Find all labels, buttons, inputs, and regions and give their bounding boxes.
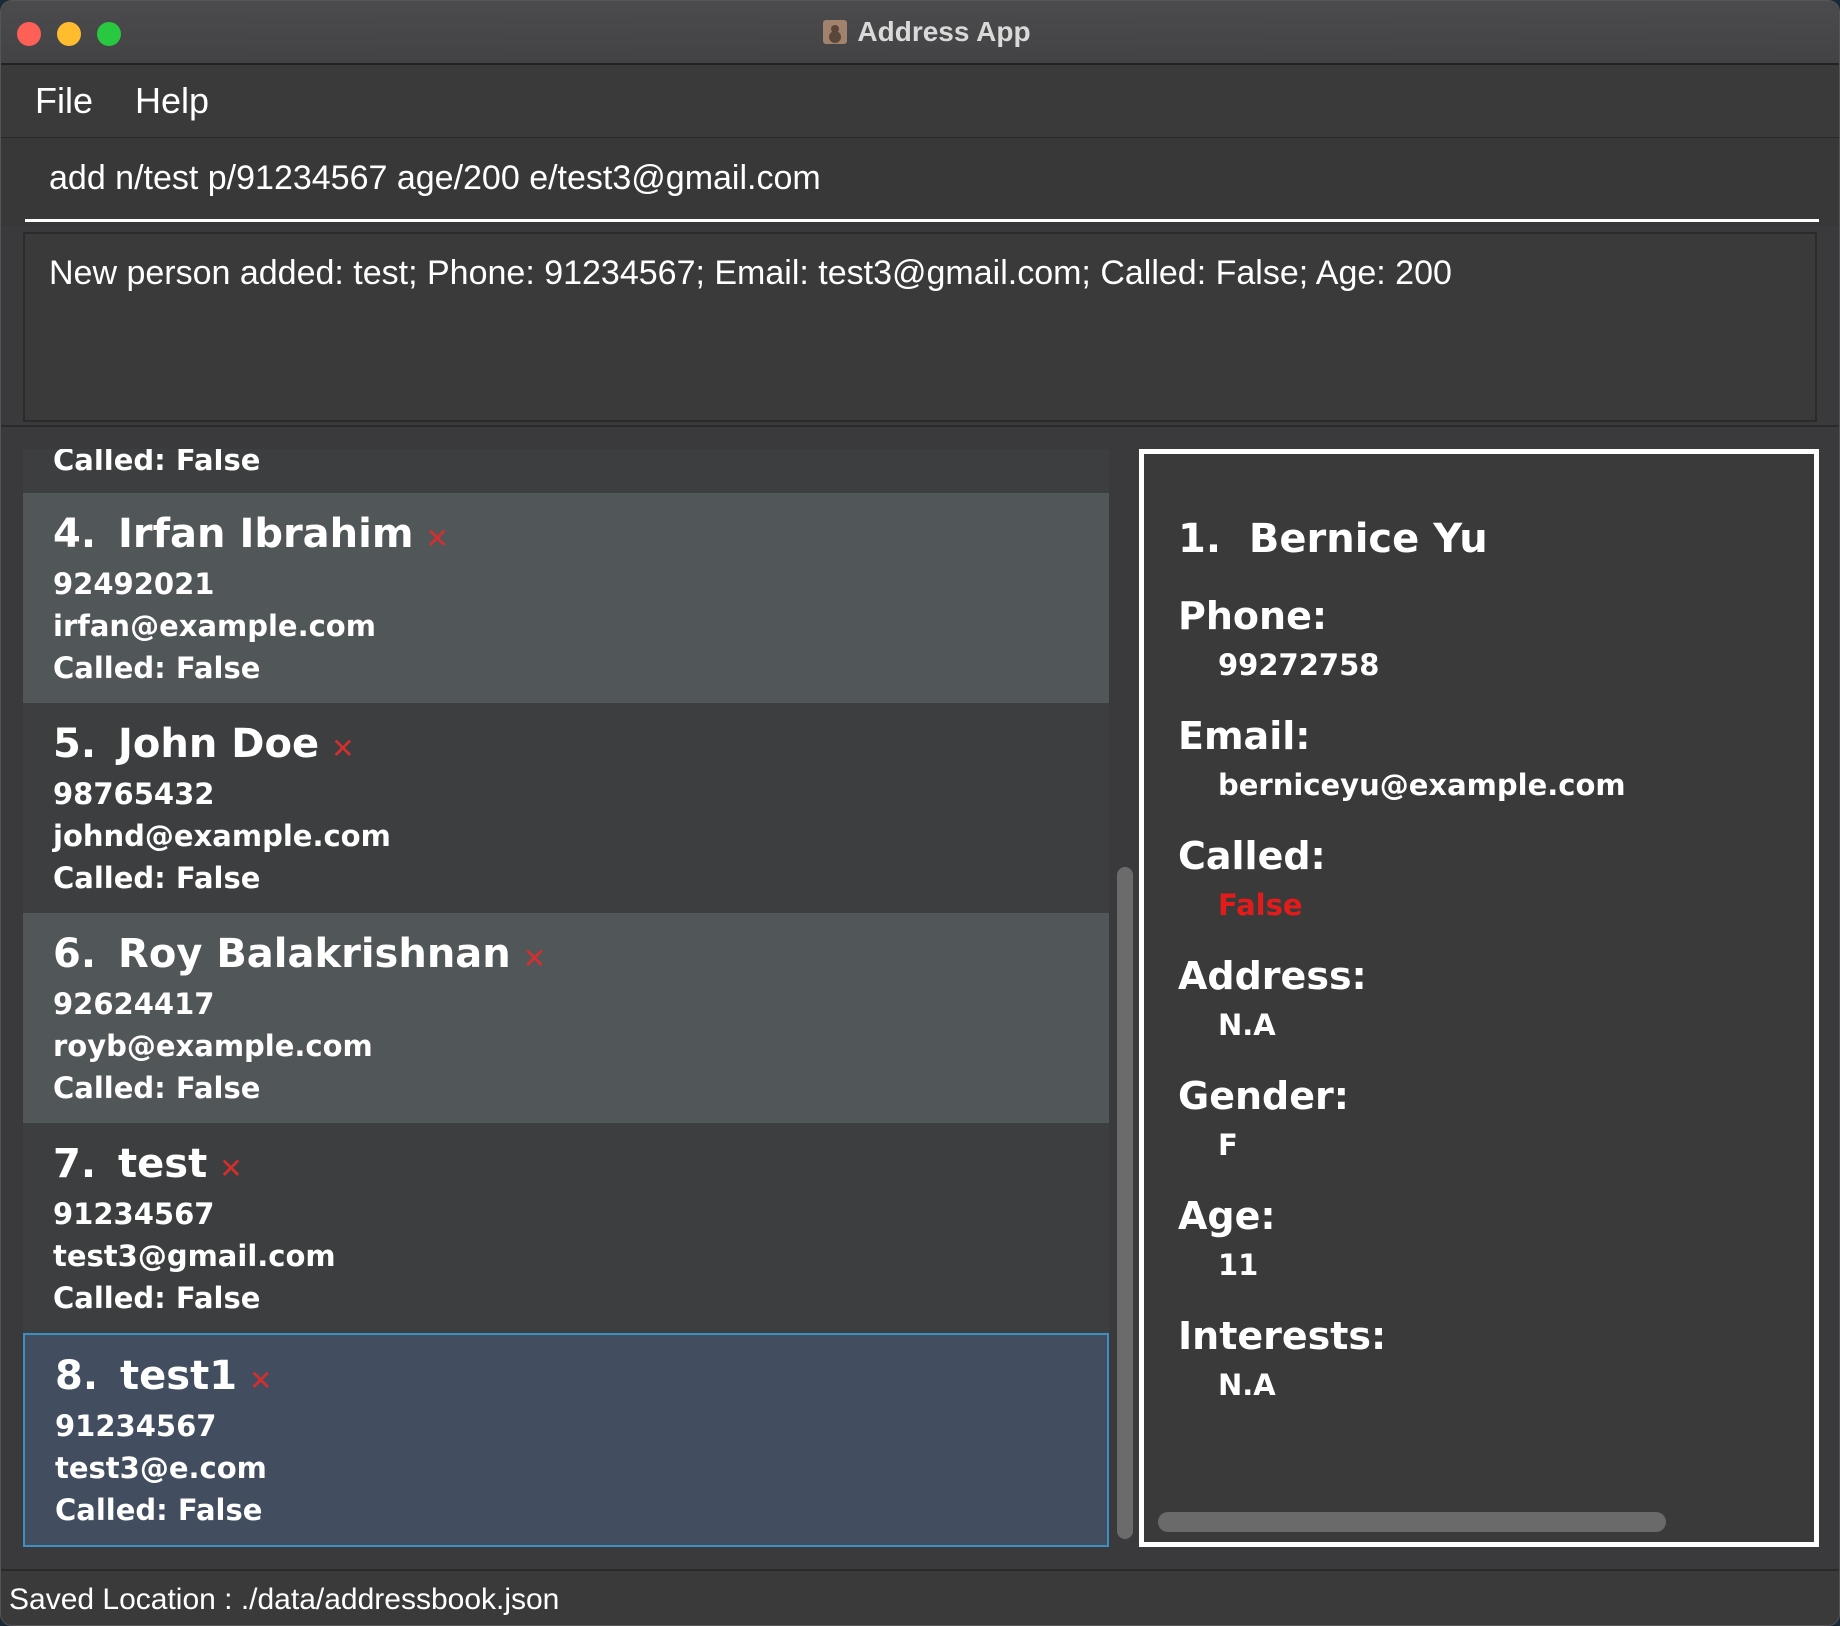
detail-gender-label: Gender: xyxy=(1178,1074,1349,1118)
person-phone: 92492021 xyxy=(53,567,215,601)
person-index: 6. xyxy=(53,931,97,977)
detail-name: Bernice Yu xyxy=(1248,516,1488,562)
person-phone: 92624417 xyxy=(53,987,215,1021)
person-email: royb@example.com xyxy=(53,1029,373,1063)
detail-address: N.A xyxy=(1218,1008,1276,1042)
person-title: 6. Roy Balakrishnan ✕ xyxy=(53,931,546,977)
person-index: 7. xyxy=(53,1141,97,1187)
detail-age-label: Age: xyxy=(1178,1194,1276,1238)
divider xyxy=(1,425,1839,427)
app-window: Address App File Help New person added: … xyxy=(0,0,1840,1626)
person-phone: 91234567 xyxy=(55,1409,217,1443)
detail-phone-label: Phone: xyxy=(1178,594,1328,638)
detail-interests-label: Interests: xyxy=(1178,1314,1387,1358)
person-list[interactable]: Called: False 4. Irfan Ibrahim ✕ 9249202… xyxy=(23,449,1109,1547)
person-title: 8. test1 ✕ xyxy=(55,1353,273,1399)
list-scrollbar-thumb[interactable] xyxy=(1117,867,1133,1539)
person-card[interactable]: 4. Irfan Ibrahim ✕ 92492021 irfan@exampl… xyxy=(23,493,1109,703)
detail-interests: N.A xyxy=(1218,1368,1276,1402)
detail-address-label: Address: xyxy=(1178,954,1367,998)
person-name: test1 xyxy=(120,1353,238,1399)
saved-location-text: Saved Location : ./data/addressbook.json xyxy=(9,1583,560,1616)
person-card[interactable]: 5. John Doe ✕ 98765432 johnd@example.com… xyxy=(23,703,1109,913)
person-card-partial[interactable]: Called: False xyxy=(23,449,1109,493)
detail-age: 11 xyxy=(1218,1248,1259,1282)
person-card-selected[interactable]: 8. test1 ✕ 91234567 test3@e.com Called: … xyxy=(23,1333,1109,1547)
person-index: 4. xyxy=(53,511,97,557)
status-bar: Saved Location : ./data/addressbook.json xyxy=(1,1569,1839,1625)
person-phone: 91234567 xyxy=(53,1197,215,1231)
person-title: 7. test ✕ xyxy=(53,1141,243,1187)
delete-icon[interactable]: ✕ xyxy=(523,942,546,975)
address-book-icon xyxy=(823,20,848,44)
person-card[interactable]: 6. Roy Balakrishnan ✕ 92624417 royb@exam… xyxy=(23,913,1109,1123)
menu-help[interactable]: Help xyxy=(135,80,209,122)
person-called: Called: False xyxy=(53,1071,261,1105)
result-display: New person added: test; Phone: 91234567;… xyxy=(23,232,1817,422)
detail-email-label: Email: xyxy=(1178,714,1311,758)
person-email: irfan@example.com xyxy=(53,609,376,643)
detail-called: False xyxy=(1218,888,1303,922)
person-title: 4. Irfan Ibrahim ✕ xyxy=(53,511,449,557)
person-name: test xyxy=(118,1141,208,1187)
person-title: 5. John Doe ✕ xyxy=(53,721,355,767)
person-called: Called: False xyxy=(53,651,261,685)
person-index: 8. xyxy=(55,1353,99,1399)
person-card[interactable]: 7. test ✕ 91234567 test3@gmail.com Calle… xyxy=(23,1123,1109,1333)
detail-phone: 99272758 xyxy=(1218,648,1380,682)
detail-title: 1. Bernice Yu xyxy=(1178,516,1488,562)
person-called: Called: False xyxy=(53,449,261,477)
result-text: New person added: test; Phone: 91234567;… xyxy=(49,254,1452,292)
menu-bar: File Help xyxy=(1,65,1839,138)
delete-icon[interactable]: ✕ xyxy=(426,522,449,555)
person-called: Called: False xyxy=(53,861,261,895)
person-detail-panel: 1. Bernice Yu Phone: 99272758 Email: ber… xyxy=(1139,449,1819,1547)
detail-called-label: Called: xyxy=(1178,834,1326,878)
window-title: Address App xyxy=(857,16,1031,47)
person-name: John Doe xyxy=(118,721,320,767)
delete-icon[interactable]: ✕ xyxy=(249,1364,272,1397)
delete-icon[interactable]: ✕ xyxy=(219,1152,242,1185)
detail-gender: F xyxy=(1218,1128,1238,1162)
menu-file[interactable]: File xyxy=(35,80,93,122)
person-email: johnd@example.com xyxy=(53,819,391,853)
detail-email: berniceyu@example.com xyxy=(1218,768,1626,802)
title-bar: Address App xyxy=(1,1,1839,65)
person-name: Irfan Ibrahim xyxy=(118,511,414,557)
command-input[interactable] xyxy=(25,138,1819,222)
person-phone: 98765432 xyxy=(53,777,215,811)
person-index: 5. xyxy=(53,721,97,767)
detail-index: 1. xyxy=(1178,516,1222,562)
detail-scrollbar-thumb[interactable] xyxy=(1158,1512,1666,1532)
person-email: test3@e.com xyxy=(55,1451,267,1485)
person-name: Roy Balakrishnan xyxy=(118,931,511,977)
delete-icon[interactable]: ✕ xyxy=(331,732,354,765)
person-called: Called: False xyxy=(55,1493,263,1527)
command-box xyxy=(1,138,1839,226)
person-called: Called: False xyxy=(53,1281,261,1315)
person-email: test3@gmail.com xyxy=(53,1239,336,1273)
